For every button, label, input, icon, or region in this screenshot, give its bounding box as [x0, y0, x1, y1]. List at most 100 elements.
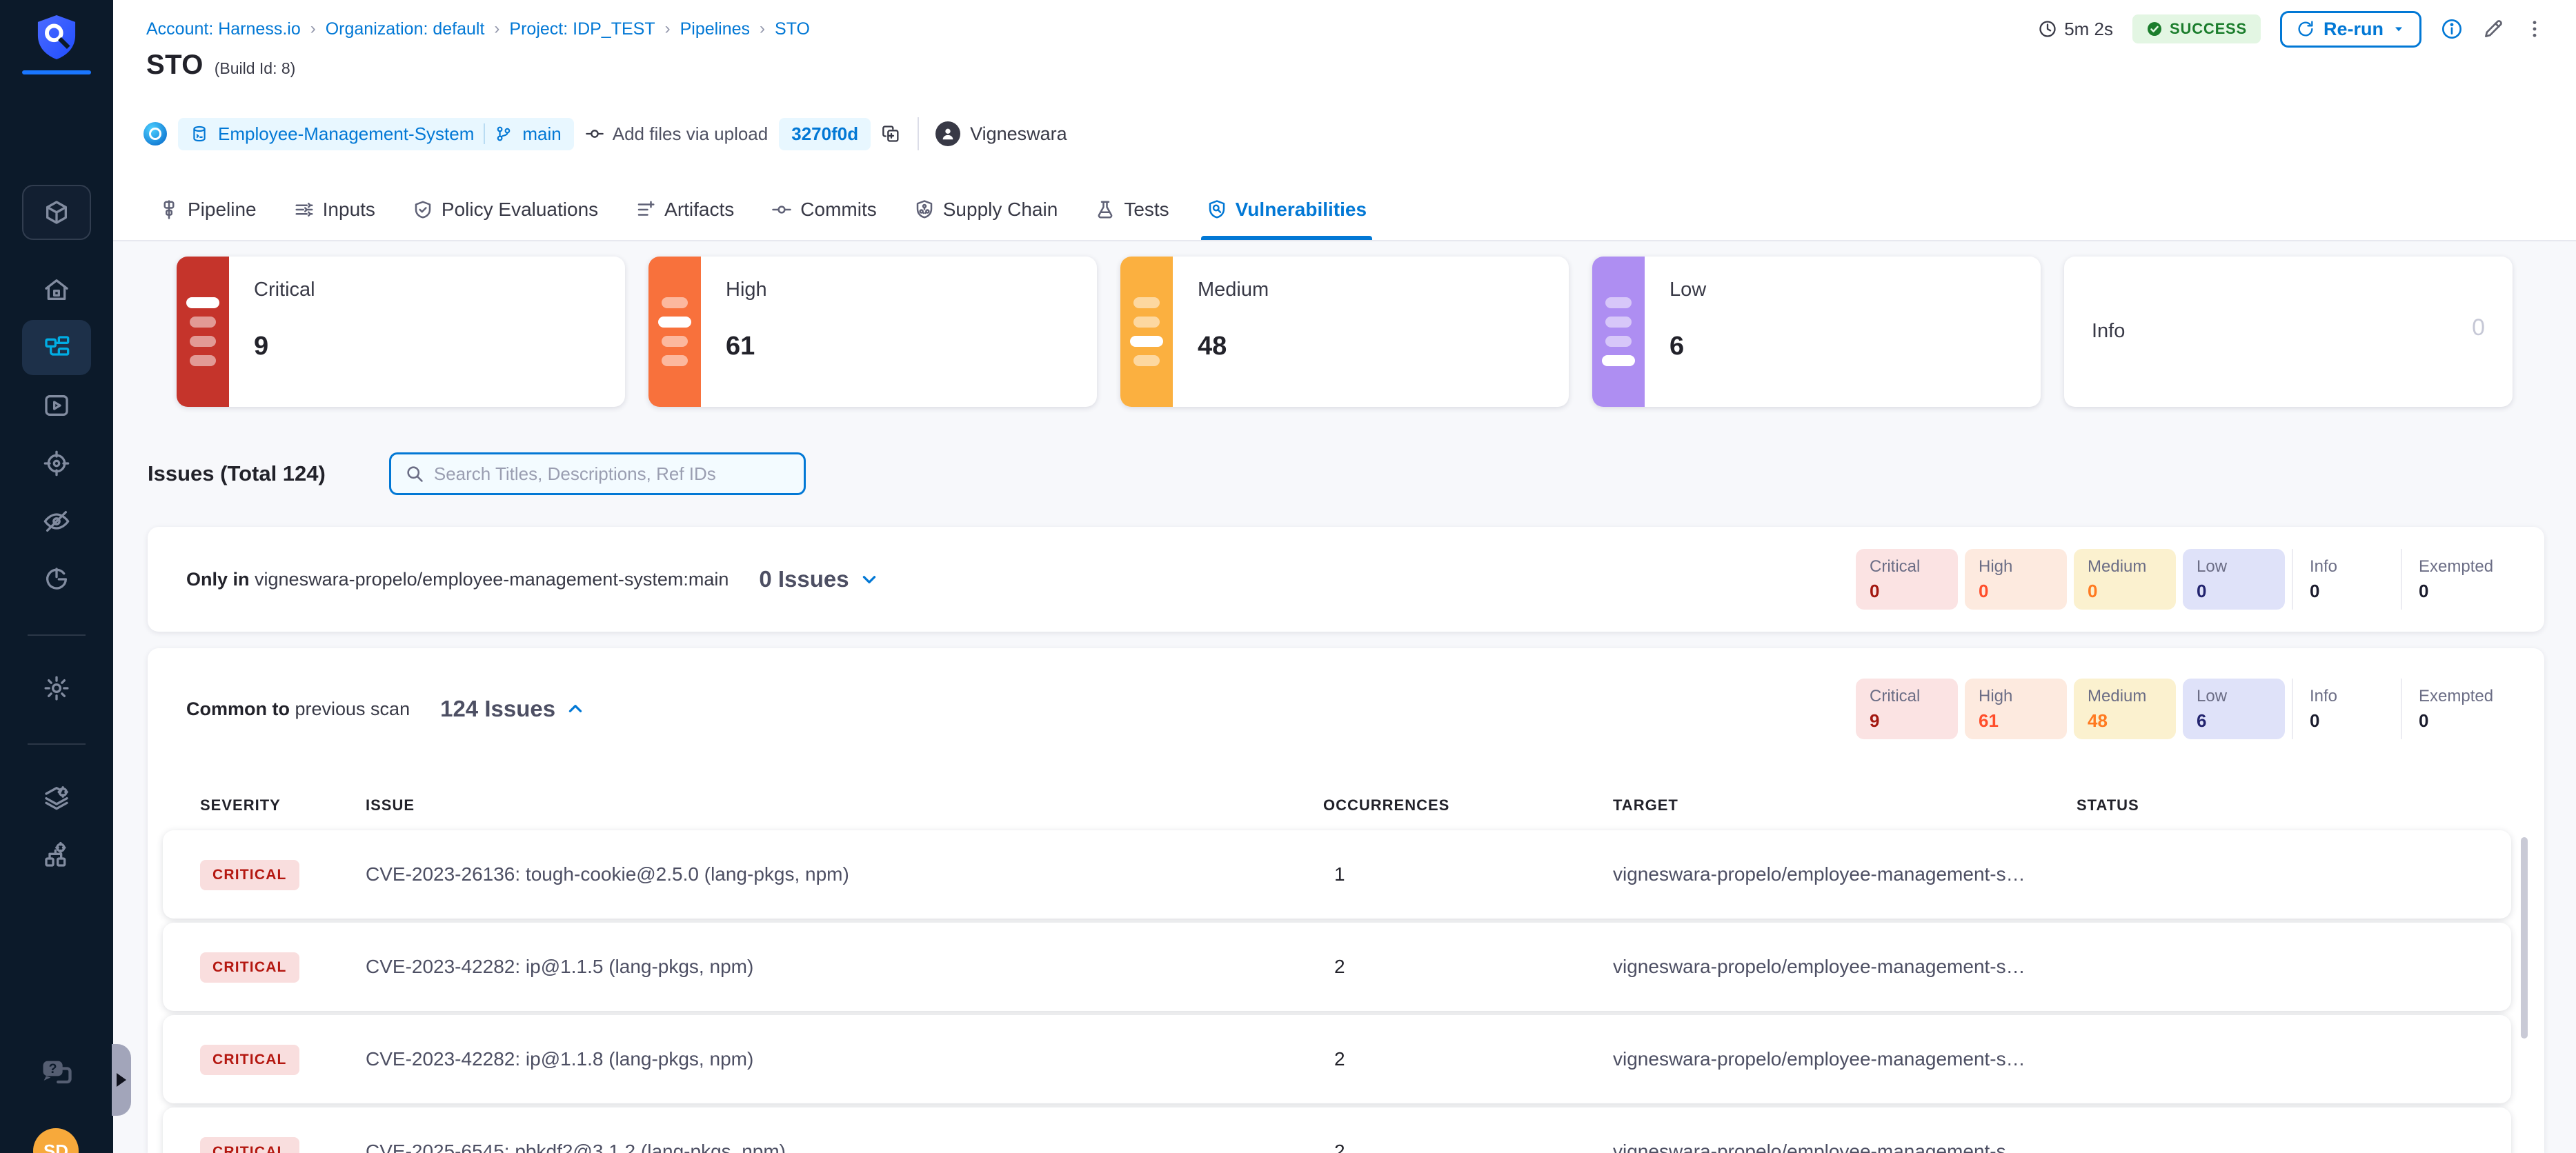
tab-pipeline[interactable]: Pipeline: [159, 179, 257, 240]
pill-value: 0: [1870, 581, 1944, 602]
count-pill-low: Low 0: [2183, 549, 2285, 610]
repo-name[interactable]: Employee-Management-System: [218, 123, 474, 145]
breadcrumb-current[interactable]: STO: [775, 19, 810, 39]
edit-pipeline-icon[interactable]: [2482, 18, 2504, 40]
pill-value: 0: [2197, 581, 2271, 602]
sidebar-expand-handle[interactable]: [112, 1044, 131, 1116]
severity-card-high[interactable]: High 61: [648, 257, 1097, 407]
network-gear-icon: [43, 841, 70, 869]
group-toggle[interactable]: 0 Issues: [759, 566, 878, 592]
severity-card-low[interactable]: Low 6: [1592, 257, 2041, 407]
tab-supply-chain[interactable]: Supply Chain: [914, 179, 1058, 240]
build-id-label: (Build Id: 8): [215, 59, 296, 78]
copy-sha-icon[interactable]: [882, 124, 901, 143]
commit-sha-link[interactable]: 3270f0d: [779, 118, 871, 150]
sidebar-item-settings[interactable]: [22, 661, 91, 716]
breadcrumb-organization[interactable]: Organization: default: [326, 19, 485, 39]
divider: [918, 117, 919, 150]
tab-artifacts[interactable]: Artifacts: [635, 179, 734, 240]
issue-table-row[interactable]: CRITICAL CVE-2023-26136: tough-cookie@2.…: [163, 830, 2511, 919]
pill-value: 0: [1979, 581, 2053, 602]
sidebar-item-get-started[interactable]: [22, 552, 91, 607]
breadcrumb-account[interactable]: Account: Harness.io: [146, 19, 301, 39]
pill-value: 0: [2310, 581, 2380, 602]
sidebar-item-targets[interactable]: [22, 436, 91, 491]
sidebar-item-home[interactable]: [22, 262, 91, 317]
severity-card-value: 48: [1198, 332, 1269, 361]
tab-label: Commits: [800, 199, 876, 221]
breadcrumb-separator: ›: [310, 19, 316, 39]
artifacts-icon: [635, 199, 656, 220]
issue-title: CVE-2023-42282: ip@1.1.5 (lang-pkgs, npm…: [366, 956, 1323, 978]
issues-search-input[interactable]: [434, 463, 779, 485]
repository-icon: [190, 125, 208, 143]
expand-arrow-icon: [117, 1073, 126, 1087]
pill-label: Info: [2310, 687, 2380, 706]
severity-bar-icon: [648, 257, 701, 407]
sidebar-item-exemptions[interactable]: [22, 494, 91, 549]
status-badge: SUCCESS: [2132, 14, 2261, 43]
pill-divider: [484, 123, 485, 144]
pill-value: 0: [2419, 581, 2489, 602]
table-scrollbar-thumb[interactable]: [2521, 837, 2528, 1039]
issue-table-row[interactable]: CRITICAL CVE-2023-42282: ip@1.1.5 (lang-…: [163, 923, 2511, 1011]
tab-tests[interactable]: Tests: [1095, 179, 1169, 240]
group-toggle[interactable]: 124 Issues: [440, 696, 584, 722]
sidebar-item-default-settings[interactable]: [22, 770, 91, 825]
execution-info-icon[interactable]: [2441, 18, 2463, 40]
rerun-button[interactable]: Re-run: [2280, 11, 2421, 48]
repo-branch-pill[interactable]: Employee-Management-System main: [178, 118, 574, 150]
executions-play-icon: [43, 392, 70, 419]
tab-vulnerabilities[interactable]: Vulnerabilities: [1207, 179, 1367, 240]
policy-icon: [413, 199, 433, 220]
severity-card-label: Info: [2092, 320, 2125, 343]
more-options-icon[interactable]: [2524, 18, 2546, 40]
branch-icon: [495, 125, 513, 143]
sidebar-item-module-switcher[interactable]: [22, 185, 91, 240]
pill-label: Critical: [1870, 687, 1944, 706]
column-issue: ISSUE: [366, 796, 1323, 814]
group-scope-label: Only in vigneswara-propelo/employee-mana…: [186, 569, 729, 590]
help-chat-button[interactable]: [39, 1055, 75, 1088]
severity-card-critical[interactable]: Critical 9: [177, 257, 625, 407]
issues-search-box[interactable]: [389, 452, 806, 495]
severity-badge: CRITICAL: [200, 1045, 299, 1075]
severity-card-info[interactable]: Info 0: [2064, 257, 2513, 407]
issue-table-row[interactable]: CRITICAL CVE-2023-42282: ip@1.1.8 (lang-…: [163, 1015, 2511, 1103]
severity-badge: CRITICAL: [200, 1137, 299, 1153]
search-icon: [405, 464, 424, 483]
tab-label: Inputs: [323, 199, 375, 221]
tab-commits[interactable]: Commits: [771, 179, 876, 240]
tab-inputs[interactable]: Inputs: [294, 179, 375, 240]
sidebar-item-executions[interactable]: [22, 378, 91, 433]
tab-policy-evaluations[interactable]: Policy Evaluations: [413, 179, 598, 240]
author-avatar-icon: [935, 121, 960, 146]
column-status: STATUS: [2077, 796, 2503, 814]
branch-name[interactable]: main: [522, 123, 561, 145]
home-icon: [43, 276, 70, 303]
power-icon: [43, 565, 70, 593]
vulnerabilities-content: Critical 9 High 61 Medium 48 Low 6 Info …: [113, 243, 2576, 1153]
severity-card-medium[interactable]: Medium 48: [1120, 257, 1569, 407]
pill-label: Critical: [1870, 557, 1944, 576]
sto-shield-logo-icon[interactable]: [36, 15, 77, 59]
caret-down-icon: [2392, 22, 2406, 36]
breadcrumb-separator: ›: [760, 19, 765, 39]
count-pill-low: Low 6: [2183, 679, 2285, 739]
sidebar-item-resources-settings[interactable]: [22, 828, 91, 883]
breadcrumb-pipelines[interactable]: Pipelines: [680, 19, 750, 39]
breadcrumb-project[interactable]: Project: IDP_TEST: [509, 19, 655, 39]
issue-occurrences: 1: [1323, 863, 1613, 885]
issue-table-row[interactable]: CRITICAL CVE-2025-6545: pbkdf2@3.1.2 (la…: [163, 1107, 2511, 1153]
issue-title: CVE-2025-6545: pbkdf2@3.1.2 (lang-pkgs, …: [366, 1141, 1323, 1153]
nav-accent-divider: [22, 70, 91, 74]
commit-icon: [585, 124, 604, 143]
issue-target: vigneswara-propelo/employee-management-s…: [1613, 1048, 2077, 1070]
chevron-up-icon: [566, 700, 584, 718]
user-avatar[interactable]: SD: [33, 1128, 79, 1153]
sidebar-item-pipelines[interactable]: [22, 320, 91, 375]
pill-value: 0: [2310, 710, 2380, 732]
inputs-icon: [294, 199, 315, 220]
supply-chain-icon: [914, 199, 935, 220]
pipeline-flow-icon: [43, 334, 70, 361]
